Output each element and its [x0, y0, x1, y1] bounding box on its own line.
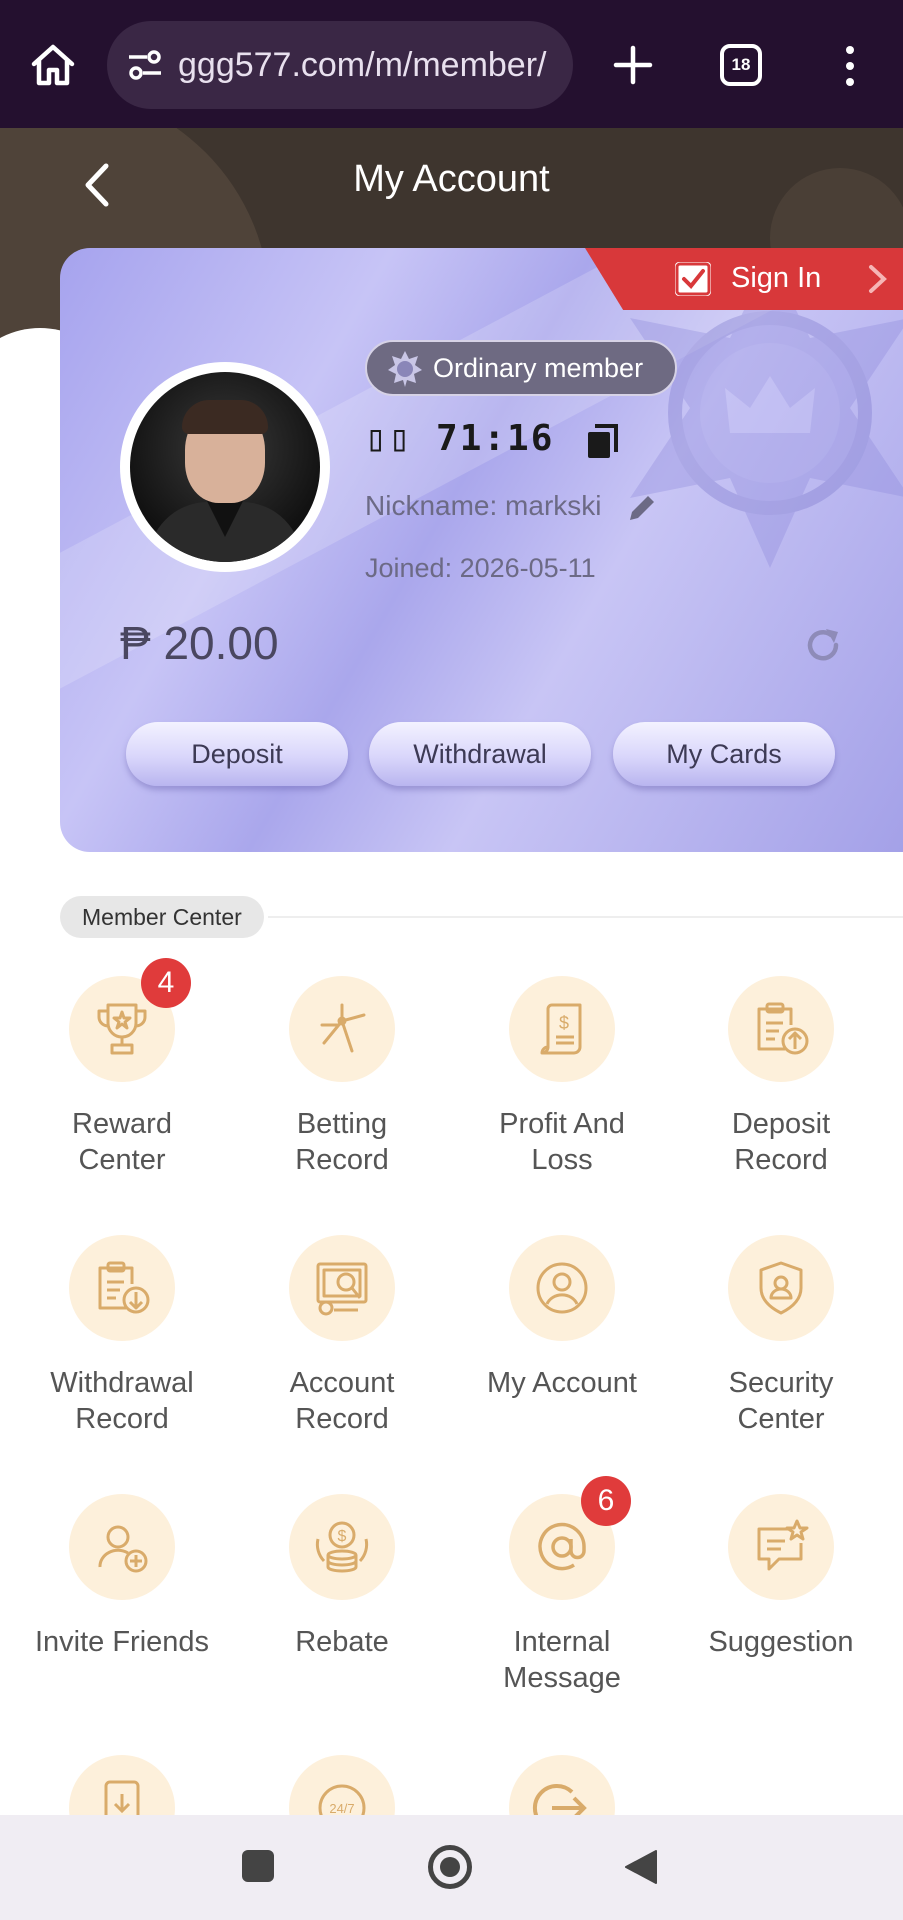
withdrawal-button[interactable]: Withdrawal	[369, 722, 591, 786]
menu-item-label: My Account	[487, 1367, 637, 1399]
menu-item-label: Betting Record	[295, 1108, 389, 1176]
my-cards-button[interactable]: My Cards	[613, 722, 835, 786]
coins-icon: $	[315, 1521, 369, 1573]
edit-pencil-icon[interactable]	[626, 492, 658, 524]
menu-item-partial[interactable]: 24/7	[289, 1755, 395, 1815]
menu-item-rebate[interactable]: $ Rebate	[232, 1494, 452, 1660]
menu-item-label: Profit And Loss	[499, 1108, 625, 1176]
menu-item-internal-message[interactable]: 6 Internal Message	[452, 1476, 672, 1696]
phone-download-icon	[104, 1780, 140, 1815]
menu-item-profit-and-loss[interactable]: $ Profit And Loss	[452, 976, 672, 1178]
menu-item-security-center[interactable]: Security Center	[671, 1235, 891, 1437]
account-id: ▯▯ 71:16	[365, 418, 555, 459]
user-add-icon	[98, 1525, 148, 1573]
notification-badge: 6	[581, 1476, 631, 1526]
menu-item-betting-record[interactable]: Betting Record	[232, 976, 452, 1178]
site-settings-icon[interactable]	[125, 45, 165, 85]
menu-item-withdrawal-record[interactable]: Withdrawal Record	[12, 1235, 232, 1437]
medal-icon	[388, 351, 422, 387]
section-divider	[268, 916, 903, 918]
refresh-icon[interactable]	[802, 624, 844, 666]
recent-apps-icon[interactable]	[242, 1850, 274, 1882]
trophy-icon	[97, 1003, 147, 1055]
system-navigation-bar	[0, 1815, 903, 1920]
logout-arrow-icon	[532, 1784, 587, 1815]
member-level-badge: Ordinary member	[365, 340, 677, 396]
menu-item-label: Invite Friends	[34, 1626, 210, 1658]
back-triangle-icon[interactable]	[624, 1849, 658, 1885]
nickname: Nickname: markski	[365, 490, 602, 521]
joined-date: Joined: 2026-05-11	[365, 553, 596, 583]
tab-switcher-button[interactable]: 18	[720, 44, 762, 86]
menu-item-label: Suggestion	[708, 1626, 854, 1658]
checkbox-icon	[675, 262, 711, 296]
at-sign-icon	[538, 1522, 586, 1571]
notification-badge: 4	[141, 958, 191, 1008]
new-tab-icon[interactable]	[608, 40, 658, 90]
menu-item-label: Deposit Record	[731, 1108, 831, 1176]
url-text[interactable]: ggg577.com/m/member/	[178, 21, 566, 109]
menu-item-suggestion[interactable]: Suggestion	[671, 1494, 891, 1660]
chevron-right-icon	[869, 265, 887, 293]
menu-item-account-record[interactable]: Account Record	[232, 1235, 452, 1437]
support-24-7-icon: 24/7	[318, 1784, 366, 1815]
svg-text:24/7: 24/7	[329, 1801, 354, 1815]
browser-toolbar: ggg577.com/m/member/ 18	[0, 0, 903, 128]
stars-icon	[320, 1003, 366, 1053]
menu-item-reward-center[interactable]: 4 Reward Center	[12, 958, 232, 1178]
clipboard-download-icon	[98, 1261, 150, 1314]
member-level-label: Ordinary member	[433, 353, 644, 383]
chat-star-icon	[757, 1519, 809, 1571]
menu-item-invite-friends[interactable]: Invite Friends	[12, 1494, 232, 1660]
menu-item-my-account[interactable]: My Account	[452, 1235, 672, 1401]
svg-text:$: $	[338, 1528, 347, 1545]
page-title: My Account	[353, 158, 550, 200]
copy-icon[interactable]	[586, 424, 620, 460]
clipboard-upload-icon	[757, 1002, 809, 1055]
menu-item-label: Account Record	[289, 1367, 395, 1435]
sign-in-label: Sign In	[731, 262, 822, 294]
menu-item-partial[interactable]	[509, 1755, 615, 1815]
menu-item-partial[interactable]	[69, 1755, 175, 1815]
sign-in-button[interactable]: Sign In	[585, 248, 903, 310]
menu-item-deposit-record[interactable]: Deposit Record	[671, 976, 891, 1178]
menu-item-label: Withdrawal Record	[50, 1367, 194, 1435]
home-circle-icon[interactable]	[428, 1845, 472, 1889]
menu-item-label: Rebate	[295, 1626, 389, 1658]
deposit-button[interactable]: Deposit	[126, 722, 348, 786]
menu-item-label: Internal Message	[503, 1626, 621, 1694]
avatar[interactable]	[120, 362, 330, 572]
menu-item-label: Security Center	[728, 1367, 834, 1435]
section-label-member-center: Member Center	[60, 896, 264, 938]
home-icon[interactable]	[28, 40, 78, 90]
balance: ₱ 20.00	[120, 617, 279, 669]
user-circle-icon	[536, 1262, 588, 1314]
shield-user-icon	[759, 1261, 803, 1315]
svg-text:$: $	[559, 1013, 569, 1033]
monitor-chart-icon	[316, 1262, 368, 1316]
address-bar[interactable]: ggg577.com/m/member/	[107, 21, 573, 109]
more-menu-icon[interactable]	[838, 44, 862, 88]
receipt-dollar-icon: $	[540, 1003, 582, 1055]
account-card: Sign In Ordinary member ▯▯ 71:16 Nicknam…	[60, 248, 903, 852]
menu-item-label: Reward Center	[72, 1108, 172, 1176]
